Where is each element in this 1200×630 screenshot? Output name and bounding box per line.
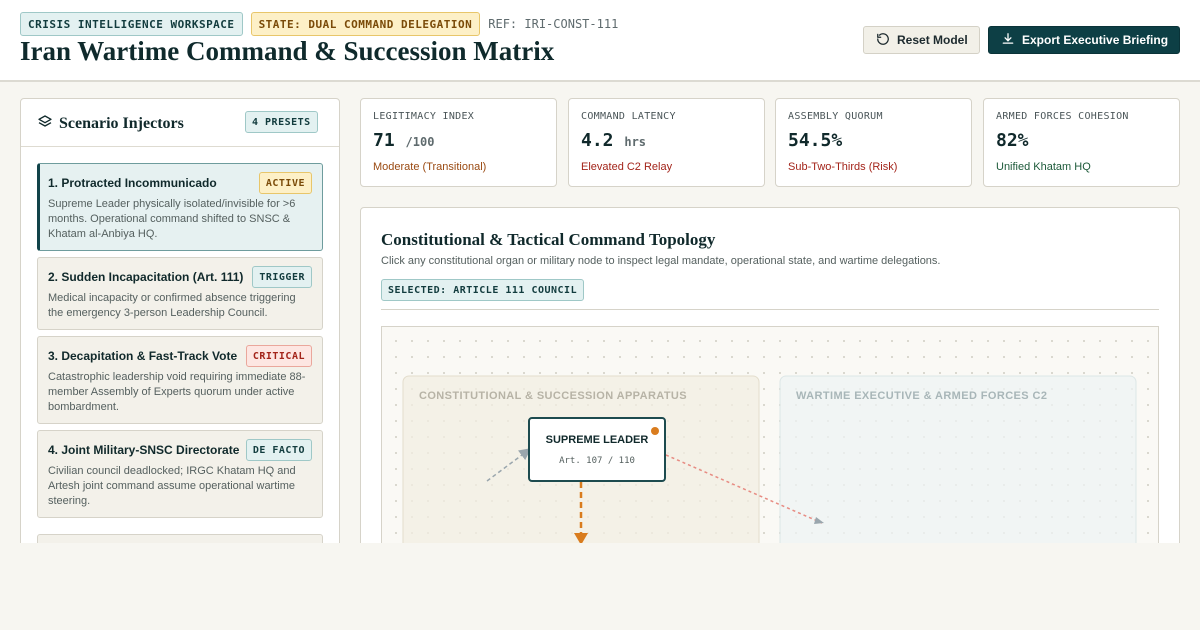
state-badge: STATE: DUAL COMMAND DELEGATION [250, 12, 481, 36]
scenario-description: Supreme Leader physically isolated/invis… [48, 198, 296, 240]
metric-command-latency: COMMAND LATENCY 4.2 hrs Elevated C2 Rela… [568, 98, 765, 187]
scenario-tag-critical: CRITICAL [245, 345, 312, 367]
page-title: Iran Wartime Command & Succession Matrix [20, 36, 555, 66]
metric-note: Unified Khatam HQ [996, 161, 1091, 173]
scenario-card-protracted-incommunicado[interactable]: 1. Protracted Incommunicado ACTIVE Supre… [37, 163, 323, 251]
metric-value: 71 /100 [373, 130, 435, 151]
selected-node-badge: SELECTED: ARTICLE 111 COUNCIL [381, 279, 585, 301]
scenario-title: 2. Sudden Incapacitation (Art. 111) [48, 270, 244, 284]
metric-value: 54.5% [788, 130, 843, 151]
app-header: CRISIS INTELLIGENCE WORKSPACE STATE: DUA… [0, 0, 1200, 82]
rotate-ccw-icon [876, 32, 890, 49]
scenario-description: Catastrophic leadership void requiring i… [48, 371, 306, 413]
scenario-panel-header: Scenario Injectors 4 PRESETS [21, 99, 339, 147]
workspace-badge: CRISIS INTELLIGENCE WORKSPACE [20, 12, 243, 36]
download-icon [1001, 32, 1015, 49]
reference-code: REF: IRI-CONST-111 [488, 17, 619, 31]
topology-subtitle: Click any constitutional organ or milita… [381, 255, 941, 267]
zone-label-wartime: WARTIME EXECUTIVE & ARMED FORCES C2 [796, 390, 1047, 402]
scenario-injectors-panel: Scenario Injectors 4 PRESETS 1. Protract… [20, 98, 340, 568]
layers-icon [37, 114, 53, 135]
scenario-tag-trigger: TRIGGER [252, 266, 312, 288]
status-dot-icon [651, 427, 659, 435]
scenario-panel-title: Scenario Injectors [59, 115, 184, 132]
metric-armed-forces-cohesion: ARMED FORCES COHESION 82% Unified Khatam… [983, 98, 1180, 187]
command-topology-panel: Constitutional & Tactical Command Topolo… [360, 207, 1180, 587]
scenario-tag-de-facto: DE FACTO [245, 439, 312, 461]
metric-assembly-quorum: ASSEMBLY QUORUM 54.5% Sub-Two-Thirds (Ri… [775, 98, 972, 187]
scenario-title: 3. Decapitation & Fast-Track Vote [48, 349, 238, 363]
metric-label: COMMAND LATENCY [581, 111, 676, 122]
presets-count-badge: 4 PRESETS [245, 111, 318, 133]
divider [381, 309, 1159, 310]
metric-label: ARMED FORCES COHESION [996, 111, 1129, 122]
reset-model-label: Reset Model [897, 33, 968, 47]
scenario-title: 1. Protracted Incommunicado [48, 176, 217, 190]
viewport-bottom-background [0, 543, 1200, 630]
node-label: SUPREME LEADER [546, 434, 649, 446]
scenario-tag-active: ACTIVE [258, 172, 312, 194]
scenario-title: 4. Joint Military-SNSC Directorate [48, 443, 240, 457]
metric-note: Moderate (Transitional) [373, 161, 487, 173]
scenario-card-joint-military-directorate[interactable]: 4. Joint Military-SNSC Directorate DE FA… [37, 430, 323, 518]
metric-value: 4.2 hrs [581, 130, 647, 151]
scenario-card-decapitation-fast-track[interactable]: 3. Decapitation & Fast-Track Vote CRITIC… [37, 336, 323, 424]
metric-label: LEGITIMACY INDEX [373, 111, 475, 122]
header-badges: CRISIS INTELLIGENCE WORKSPACE STATE: DUA… [20, 12, 618, 36]
metric-label: ASSEMBLY QUORUM [788, 111, 883, 122]
topology-title: Constitutional & Tactical Command Topolo… [381, 230, 716, 249]
export-briefing-label: Export Executive Briefing [1022, 33, 1169, 47]
metric-value: 82% [996, 130, 1029, 151]
reset-model-button[interactable]: Reset Model [863, 26, 980, 54]
metric-legitimacy-index: LEGITIMACY INDEX 71 /100 Moderate (Trans… [360, 98, 557, 187]
scenario-description: Civilian council deadlocked; IRGC Khatam… [48, 465, 296, 507]
metric-note: Elevated C2 Relay [581, 161, 673, 173]
node-sublabel: Art. 107 / 110 [559, 456, 635, 466]
node-supreme-leader[interactable]: SUPREME LEADER Art. 107 / 110 [528, 417, 666, 482]
export-briefing-button[interactable]: Export Executive Briefing [988, 26, 1180, 54]
scenario-card-sudden-incapacitation[interactable]: 2. Sudden Incapacitation (Art. 111) TRIG… [37, 257, 323, 330]
metric-note: Sub-Two-Thirds (Risk) [788, 161, 898, 173]
zone-label-constitutional: CONSTITUTIONAL & SUCCESSION APPARATUS [419, 390, 687, 402]
scenario-description: Medical incapacity or confirmed absence … [48, 292, 296, 319]
